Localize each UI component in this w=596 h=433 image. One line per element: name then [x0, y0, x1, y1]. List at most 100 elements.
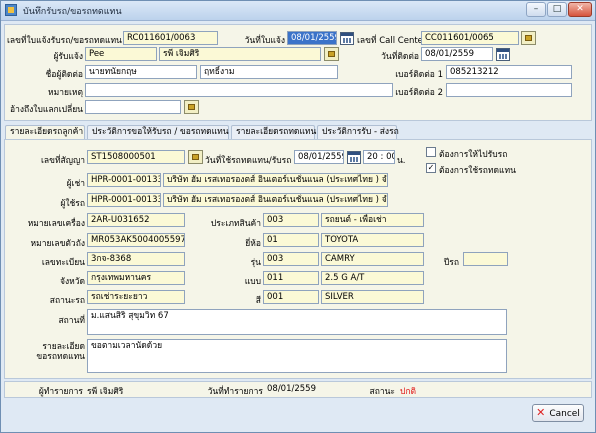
contract-field[interactable]: ST1508000501	[87, 150, 185, 164]
calendar-icon[interactable]	[340, 32, 354, 45]
engine-label: หมายเลขเครื่อง	[27, 219, 85, 229]
renter-label: ผู้เช่า	[66, 179, 85, 189]
request-label-line2: ขอรถทดแทน	[36, 352, 85, 362]
state-label: สถานะ	[369, 387, 395, 397]
brand-name-field: TOYOTA	[321, 233, 424, 247]
style-label: แบบ	[244, 277, 261, 287]
notice-date-label: วันที่ใบแจ้ง	[244, 36, 285, 46]
title-bar: บันทึกรับรถ/ขอรถทดแทน – □ ✕	[1, 1, 595, 21]
location-field[interactable]: ม.แสนสิริ สุขุมวิท 67	[87, 309, 507, 335]
ref-label: อ้างถึงใบแลกเปลี่ยน	[9, 105, 83, 115]
ref-field[interactable]	[85, 100, 181, 114]
car-status-field: รถเช่าระยะยาว	[87, 290, 185, 304]
model-code-field: 003	[263, 252, 319, 266]
close-icon[interactable]: ✕	[568, 2, 592, 17]
color-code-field: 001	[263, 290, 319, 304]
brand-code-field: 01	[263, 233, 319, 247]
time-unit-label: น.	[397, 156, 406, 166]
chassis-field: MR053AK5004005597	[87, 233, 185, 247]
request-label: รายละเอียด ขอรถทดแทน	[9, 342, 85, 362]
hour-value: 20	[367, 152, 378, 162]
notice-no-label: เลขที่ใบแจ้งรับรถ/ขอรถทดแทน	[7, 36, 122, 46]
province-field: กรุงเทพมหานคร	[87, 271, 185, 285]
location-label: สถานที่	[58, 316, 85, 326]
model-label: รุ่น	[250, 258, 261, 268]
pickup-checkbox-label: ต้องการให้ไปรับรถ	[439, 150, 508, 160]
engine-field: 2AR-U031652	[87, 213, 185, 227]
phone2-field[interactable]	[446, 83, 572, 97]
user-label: ผู้ใช้รถ	[60, 199, 85, 209]
user-name-field: บริษัท ฮัม เรสเทอรองตส์ อินเตอร์เนชั่นแน…	[163, 193, 388, 207]
minute-value: 00	[386, 152, 394, 162]
tab-replacement-car[interactable]: รายละเอียดรถทดแทน	[231, 125, 316, 139]
cancel-icon: ✕	[536, 406, 546, 419]
renter-code-field[interactable]: HPR-0001-00133	[87, 173, 161, 187]
contact-lastname-field[interactable]: ฤทธิ์งาม	[200, 65, 338, 79]
contact-date-label: วันที่ติดต่อ	[381, 52, 419, 62]
plate-label: เลขทะเบียน	[41, 258, 85, 268]
model-name-field: CAMRY	[321, 252, 424, 266]
remark-field[interactable]	[85, 83, 393, 97]
plate-field: 3กจ-8368	[87, 252, 185, 266]
lookup-icon[interactable]	[324, 47, 339, 61]
tab-request-history[interactable]: ประวัติการขอให้รับรถ / ขอรถทดแทน	[87, 125, 229, 139]
made-date-value: 08/01/2559	[267, 384, 316, 394]
replace-checkbox-label: ต้องการใช้รถทดแทน	[439, 166, 516, 176]
main-window: บันทึกรับรถ/ขอรถทดแทน – □ ✕ เลขที่ใบแจ้ง…	[0, 0, 596, 433]
maker-value: รพี เจิมศิริ	[87, 387, 124, 397]
pickup-checkbox[interactable]	[426, 147, 436, 157]
brand-label: ยี่ห้อ	[245, 239, 261, 249]
calendar-icon[interactable]	[347, 151, 361, 164]
calendar-icon[interactable]	[496, 48, 510, 61]
contact-name-label: ชื่อผู้ติดต่อ	[45, 70, 83, 80]
request-label-line1: รายละเอียด	[42, 342, 85, 352]
contact-title-field[interactable]: นายทนัยกฤษ	[85, 65, 197, 79]
cancel-button[interactable]: ✕ Cancel	[532, 404, 584, 422]
lookup-icon[interactable]	[521, 31, 536, 45]
made-date-label: วันที่ทำรายการ	[207, 387, 263, 397]
contact-date-field[interactable]: 08/01/2559	[421, 47, 493, 61]
window-title: บันทึกรับรถ/ขอรถทดแทน	[23, 7, 122, 17]
maker-label: ผู้ทำรายการ	[38, 387, 83, 397]
style-name-field: 2.5 G A/T	[321, 271, 424, 285]
color-name-field: SILVER	[321, 290, 424, 304]
remark-label: หมายเหตุ	[48, 88, 83, 98]
year-field	[463, 252, 508, 266]
style-code-field: 011	[263, 271, 319, 285]
type-name-field: รถยนต์ - เพื่อเช่า	[321, 213, 424, 227]
tab-customer-car[interactable]: รายละเอียดรถลูกค้า	[5, 125, 85, 140]
state-value: ปกติ	[400, 387, 417, 397]
color-label: สี	[255, 296, 261, 306]
callcenter-label: เลขที่ Call Center	[357, 36, 427, 46]
renter-name-field: บริษัท ฮัม เรสเทอรองตส์ อินเตอร์เนชั่นแน…	[163, 173, 388, 187]
contract-label: เลขที่สัญญา	[41, 156, 85, 166]
phone2-label: เบอร์ติดต่อ 2	[395, 88, 443, 98]
phone1-label: เบอร์ติดต่อ 1	[395, 70, 443, 80]
informer-label: ผู้รับแจ้ง	[53, 52, 83, 62]
chassis-label: หมายเลขตัวถัง	[30, 239, 85, 249]
callcenter-field[interactable]: CC011601/0065	[421, 31, 519, 45]
cancel-button-label: Cancel	[549, 409, 580, 419]
user-code-field[interactable]: HPR-0001-00133	[87, 193, 161, 207]
notice-date-field[interactable]: 08/01/2559	[287, 31, 337, 45]
lookup-icon[interactable]	[184, 100, 199, 114]
notice-no-field[interactable]: RC011601/0063	[123, 31, 218, 45]
use-date-label: วันที่ใช้รถทดแทน/รับรถ	[205, 156, 292, 166]
maximize-icon[interactable]: □	[547, 2, 567, 17]
replace-checkbox[interactable]: ✓	[426, 163, 436, 173]
year-label: ปีรถ	[443, 258, 459, 268]
use-date-field[interactable]: 08/01/2559	[294, 150, 344, 164]
request-field[interactable]: ขอตามเวลานัดด้วย	[87, 339, 507, 373]
informer-name-field: รพี เจิมศิริ	[159, 47, 321, 61]
car-status-label: สถานะรถ	[49, 296, 85, 306]
app-icon	[5, 4, 17, 16]
informer-code-field[interactable]: Pee	[85, 47, 157, 61]
lookup-icon[interactable]	[188, 150, 203, 164]
province-label: จังหวัด	[59, 277, 85, 287]
minimize-icon[interactable]: –	[526, 2, 546, 17]
time-field[interactable]: 20 : 00	[363, 150, 395, 164]
type-label: ประเภทสินค้า	[210, 219, 261, 229]
tab-delivery-history[interactable]: ประวัติการรับ - ส่งรถ	[317, 125, 399, 139]
type-code-field: 003	[263, 213, 319, 227]
phone1-field[interactable]: 085213212	[446, 65, 572, 79]
